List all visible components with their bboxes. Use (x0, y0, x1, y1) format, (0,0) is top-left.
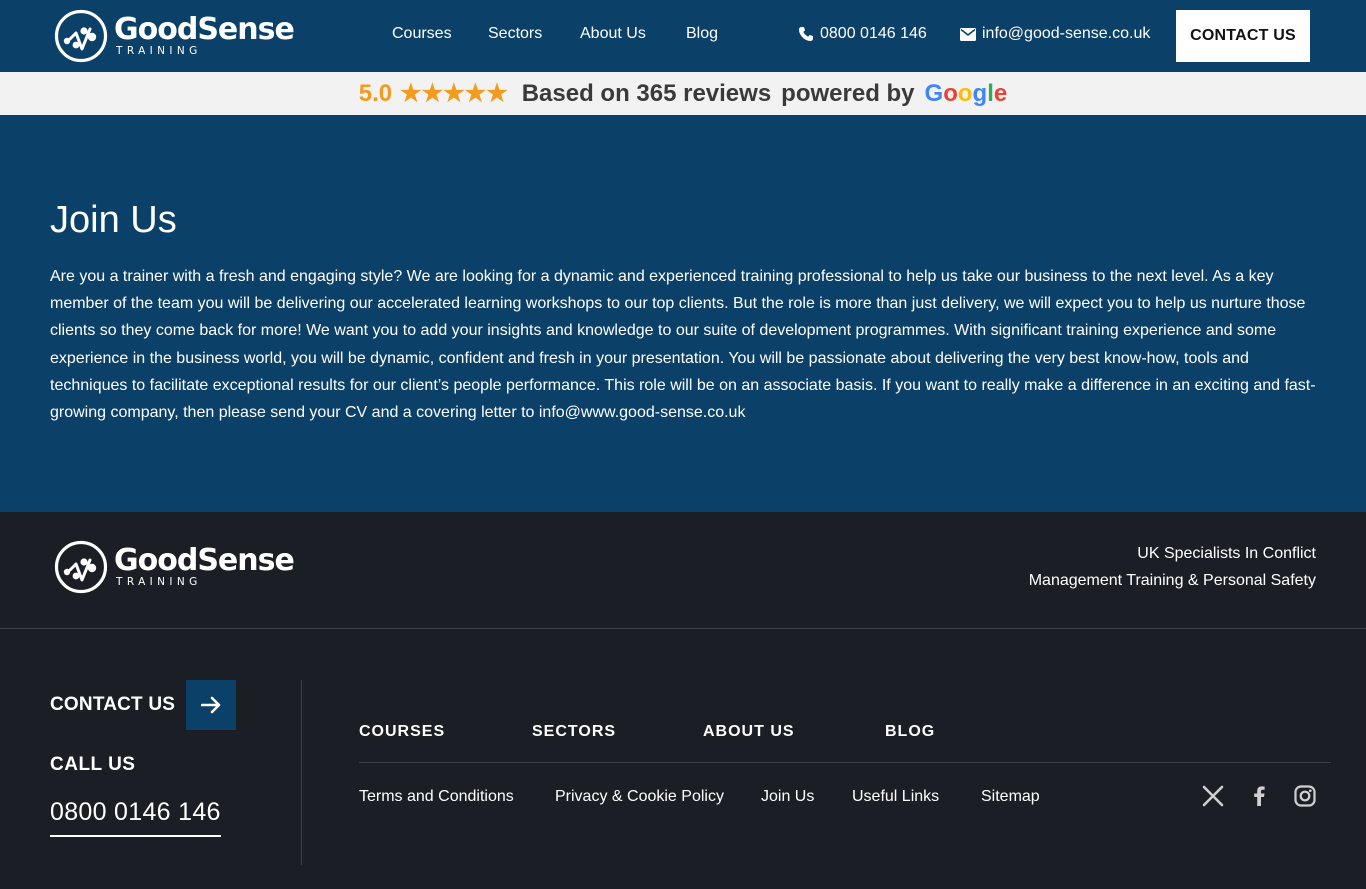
header-email[interactable]: info@good-sense.co.uk (960, 25, 1150, 43)
header-phone[interactable]: 0800 0146 146 (798, 25, 927, 43)
contact-us-button[interactable]: CONTACT US (1176, 10, 1310, 62)
footer-nav-courses[interactable]: COURSES (359, 723, 445, 741)
footer-logo[interactable]: GoodSense TRAINING (54, 540, 295, 594)
footer-link-useful-links[interactable]: Useful Links (852, 788, 939, 806)
review-score: 5.0 (358, 79, 393, 107)
footer-link-sitemap[interactable]: Sitemap (981, 788, 1040, 806)
instagram-icon[interactable] (1293, 784, 1317, 808)
arrow-right-icon (201, 696, 221, 714)
footer-nav-blog[interactable]: BLOG (885, 723, 935, 741)
header-phone-text: 0800 0146 146 (820, 25, 927, 42)
footer-nav-sectors[interactable]: SECTORS (532, 723, 616, 741)
logo-brand-text: GoodSense (114, 12, 295, 47)
nav-about-us[interactable]: About Us (580, 25, 646, 43)
phone-icon (799, 27, 813, 41)
review-stars: ★★★★★ (400, 80, 508, 107)
footer-contact-arrow-button[interactable] (186, 680, 237, 730)
page-title: Join Us (50, 199, 177, 241)
tagline-line-1: UK Specialists In Conflict (1137, 545, 1316, 562)
call-us-number[interactable]: 0800 0146 146 (50, 798, 221, 837)
nav-sectors[interactable]: Sectors (488, 25, 542, 43)
envelope-icon (960, 27, 976, 41)
review-count: Based on 365 reviews (521, 79, 772, 107)
page-body-text: Are you a trainer with a fresh and engag… (50, 268, 1316, 422)
goodsense-logo-icon (54, 540, 108, 594)
footer-logo-brand-text: GoodSense (114, 543, 295, 578)
footer-nav-separator (359, 762, 1331, 763)
logo-sub-text: TRAINING (116, 45, 202, 57)
footer-logo-sub-text: TRAINING (116, 576, 202, 588)
main-section: Join Us Are you a trainer with a fresh a… (0, 115, 1366, 512)
footer-vertical-divider (301, 680, 302, 865)
tagline-line-2: Management Training & Personal Safety (1028, 572, 1316, 589)
google-wordmark: Google (924, 79, 1008, 107)
footer-nav-about-us[interactable]: ABOUT US (703, 723, 795, 741)
google-reviews-bar[interactable]: 5.0 ★★★★★ Based on 365 reviews powered b… (0, 72, 1366, 115)
footer-link-join-us[interactable]: Join Us (761, 788, 814, 806)
header-email-text: info@good-sense.co.uk (982, 25, 1151, 42)
footer-tagline: UK Specialists In Conflict Management Tr… (1029, 540, 1316, 594)
footer-divider (0, 628, 1366, 629)
footer-contact-us[interactable]: CONTACT US (50, 680, 237, 730)
site-header: GoodSense TRAINING Courses Sectors About… (0, 0, 1366, 72)
header-logo[interactable]: GoodSense TRAINING (54, 9, 295, 63)
nav-blog[interactable]: Blog (686, 25, 718, 43)
facebook-icon[interactable] (1247, 784, 1271, 808)
x-icon[interactable] (1201, 784, 1225, 808)
call-us-label: CALL US (50, 754, 136, 775)
site-footer: GoodSense TRAINING UK Specialists In Con… (0, 512, 1366, 889)
footer-contact-label[interactable]: CONTACT US (50, 694, 175, 716)
powered-by-text: powered by (781, 79, 915, 107)
footer-link-terms[interactable]: Terms and Conditions (359, 788, 514, 806)
nav-courses[interactable]: Courses (392, 25, 452, 43)
footer-link-privacy[interactable]: Privacy & Cookie Policy (555, 788, 724, 806)
goodsense-logo-icon (54, 9, 108, 63)
